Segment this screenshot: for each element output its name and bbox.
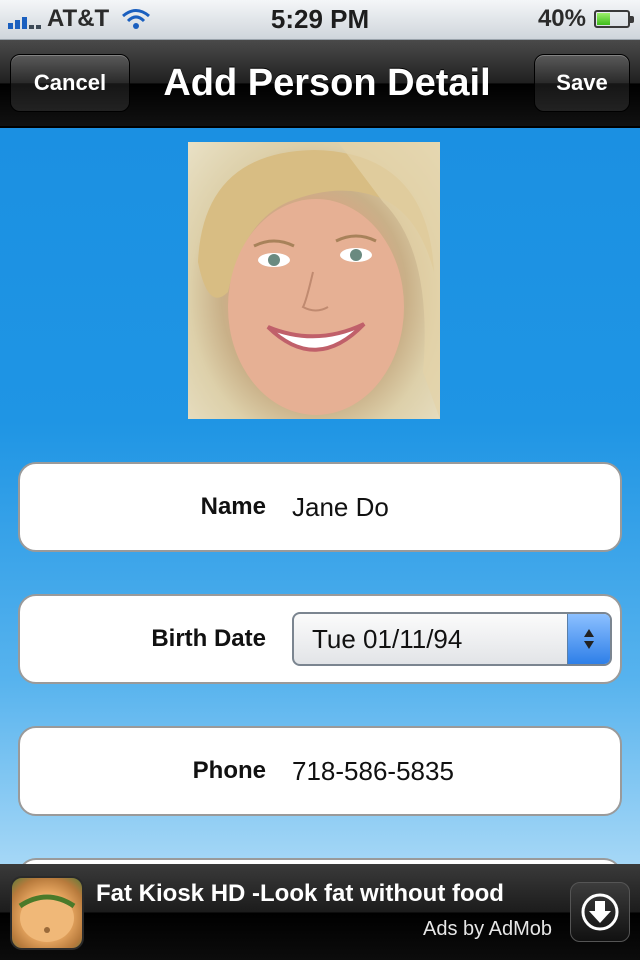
ad-attribution: Ads by AdMob: [423, 918, 552, 940]
birth-date-label: Birth Date: [151, 625, 266, 652]
name-label: Name: [200, 493, 266, 520]
name-field-card[interactable]: Name Jane Do: [18, 462, 622, 552]
battery-percent: 40%: [537, 5, 586, 32]
phone-label: Phone: [192, 757, 266, 784]
form-content: Name Jane Do Birth Date Tue 01/11/94 Pho…: [0, 128, 640, 864]
download-icon[interactable]: [570, 882, 630, 942]
name-field[interactable]: Jane Do: [292, 464, 389, 550]
save-button[interactable]: Save: [534, 54, 630, 112]
battery-icon: [594, 10, 634, 28]
face-illustration: [198, 142, 440, 419]
arrow-up-icon: [584, 629, 594, 637]
birth-date-picker[interactable]: Tue 01/11/94: [292, 612, 612, 666]
arrow-down-icon: [584, 641, 594, 649]
ad-title[interactable]: Fat Kiosk HD -Look fat without food: [96, 880, 504, 908]
stepper-arrows-icon[interactable]: [567, 614, 610, 664]
cancel-button[interactable]: Cancel: [10, 54, 130, 112]
app-thumbnail-icon: [18, 894, 76, 942]
birth-date-card[interactable]: Birth Date Tue 01/11/94: [18, 594, 622, 684]
ad-banner[interactable]: Fat Kiosk HD -Look fat without food Ads …: [0, 864, 640, 960]
status-bar: AT&T 5:29 PM 40%: [0, 0, 640, 40]
ad-app-icon[interactable]: [10, 876, 84, 950]
status-right: 40%: [537, 5, 634, 33]
page-title: Add Person Detail: [163, 61, 491, 104]
person-photo[interactable]: [188, 142, 440, 419]
phone-field[interactable]: 718-586-5835: [292, 728, 454, 814]
navigation-bar: Cancel Add Person Detail Save: [0, 40, 640, 128]
birth-date-value: Tue 01/11/94: [312, 623, 463, 654]
phone-field-card[interactable]: Phone 718-586-5835: [18, 726, 622, 816]
